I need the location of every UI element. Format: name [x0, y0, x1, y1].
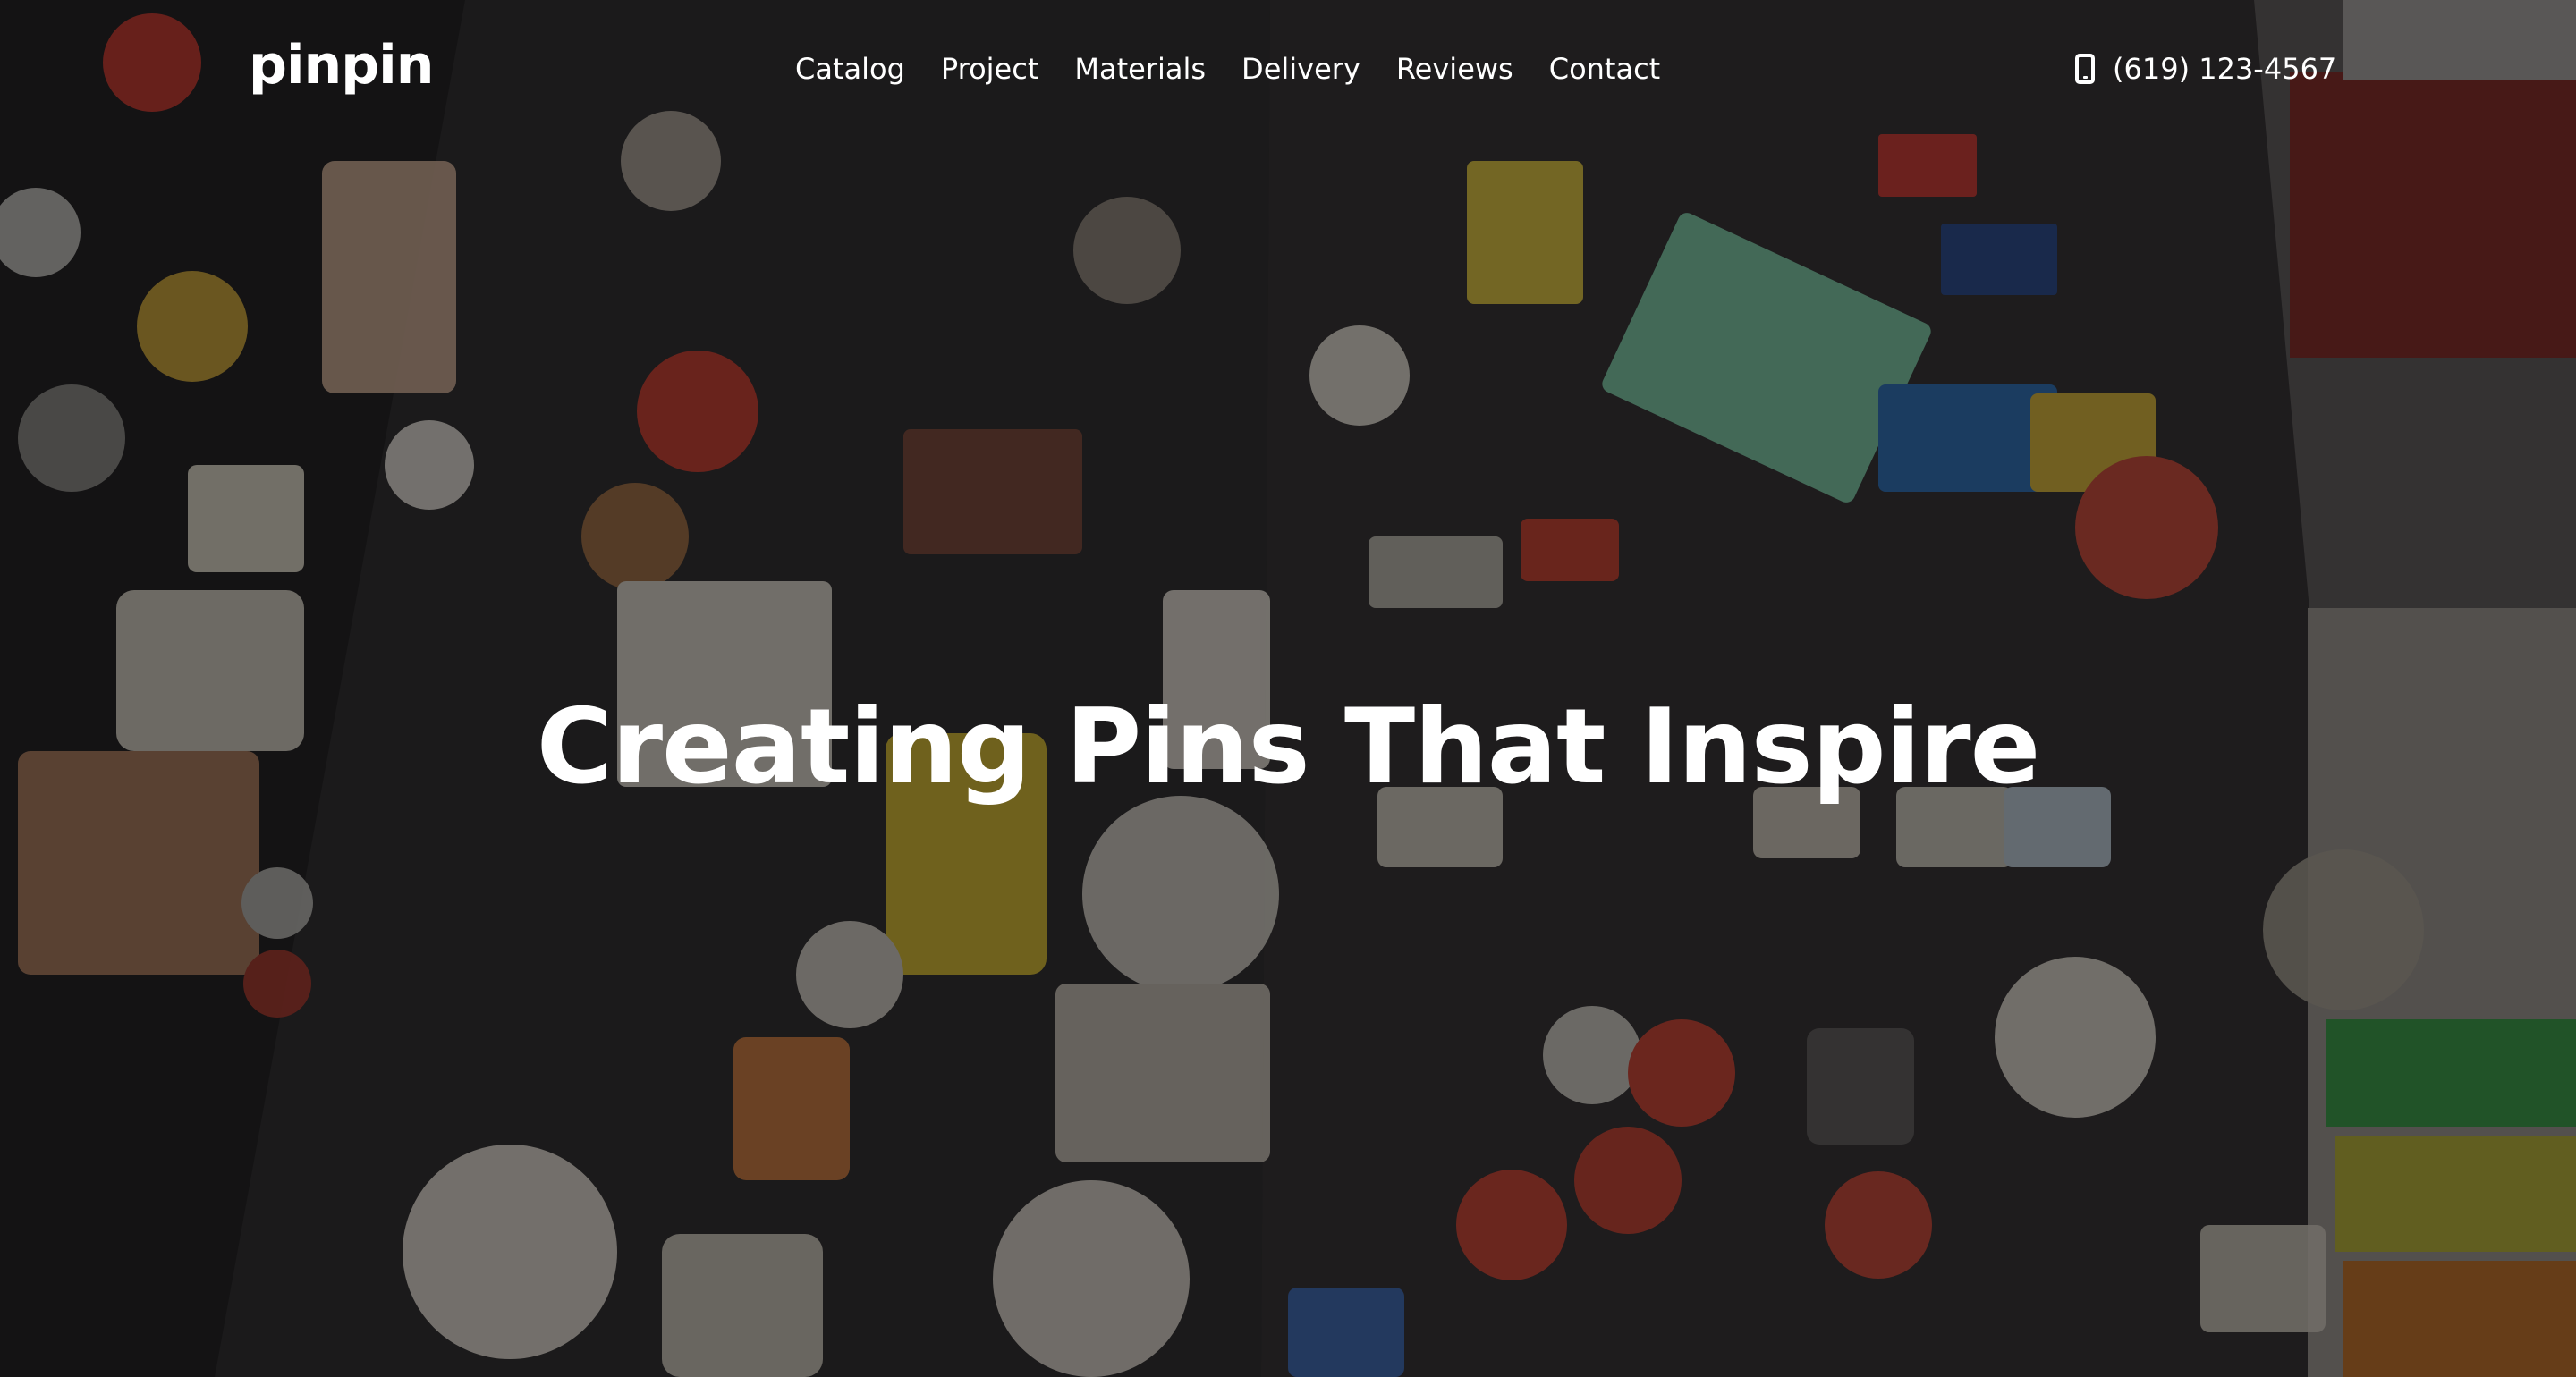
phone-number: (619) 123-4567	[2113, 52, 2337, 86]
pinpin-logo[interactable]: pinpin	[249, 34, 434, 97]
main-nav: Catalog Project Materials Delivery Revie…	[795, 52, 1696, 86]
mobile-phone-icon	[2075, 54, 2095, 84]
nav-item-contact[interactable]: Contact	[1549, 52, 1661, 86]
nav-item-materials[interactable]: Materials	[1074, 52, 1206, 86]
top-navigation-bar: pinpin Catalog Project Materials Deliver…	[0, 0, 2576, 148]
nav-item-delivery[interactable]: Delivery	[1241, 52, 1360, 86]
hero-section: pinpin Catalog Project Materials Deliver…	[0, 0, 2576, 1377]
nav-item-reviews[interactable]: Reviews	[1396, 52, 1513, 86]
hero-headline: Creating Pins That Inspire	[536, 686, 2041, 807]
nav-item-catalog[interactable]: Catalog	[795, 52, 905, 86]
nav-item-project[interactable]: Project	[941, 52, 1038, 86]
phone-link[interactable]: (619) 123-4567	[2075, 52, 2336, 86]
